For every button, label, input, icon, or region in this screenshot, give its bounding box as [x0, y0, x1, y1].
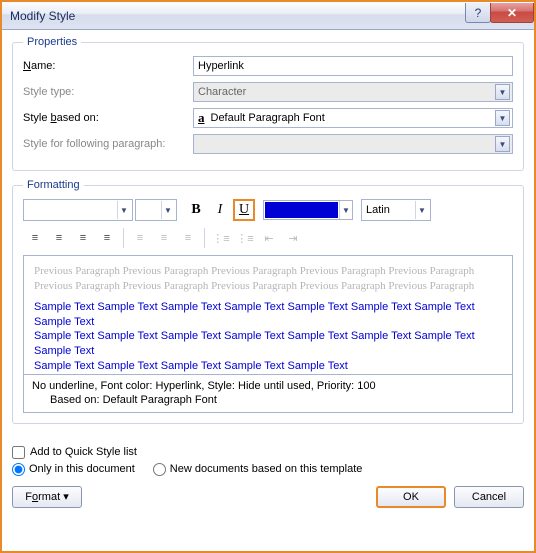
new-documents-input[interactable] — [153, 463, 166, 476]
properties-group: Properties Name: Style type: Character ▼… — [12, 36, 524, 171]
preview-sample-2: Sample Text Sample Text Sample Text Samp… — [34, 329, 502, 359]
name-label: Name: — [23, 60, 193, 72]
separator — [204, 228, 205, 248]
space-before-inc-button: ⋮≡ — [209, 227, 233, 249]
style-type-combo: Character ▼ — [193, 82, 513, 102]
preview-sample-1: Sample Text Sample Text Sample Text Samp… — [34, 300, 502, 330]
color-swatch — [265, 202, 338, 218]
chevron-down-icon[interactable]: ▼ — [339, 201, 352, 219]
only-this-document-label: Only in this document — [29, 463, 135, 475]
font-a-icon: a — [198, 110, 205, 126]
align-center-button[interactable]: ≡ — [47, 227, 71, 249]
description-line-2: Based on: Default Paragraph Font — [32, 393, 504, 407]
help-button[interactable]: ? — [465, 3, 491, 23]
chevron-down-icon[interactable]: ▼ — [415, 201, 428, 219]
new-documents-radio[interactable]: New documents based on this template — [153, 463, 363, 476]
name-input[interactable] — [193, 56, 513, 76]
italic-button[interactable]: I — [209, 199, 231, 221]
style-description: No underline, Font color: Hyperlink, Sty… — [23, 375, 513, 413]
cancel-button[interactable]: Cancel — [454, 486, 524, 508]
font-color-combo[interactable]: ▼ — [263, 200, 353, 220]
window-title: Modify Style — [10, 9, 75, 23]
line-spacing-1-button: ≡ — [128, 227, 152, 249]
formatting-group: Formatting ▼ ▼ B I U ▼ Latin▼ ≡ ≡ ≡ — [12, 179, 524, 424]
preview-pane: Previous Paragraph Previous Paragraph Pr… — [23, 255, 513, 375]
only-this-document-radio[interactable]: Only in this document — [12, 463, 135, 476]
font-size-combo[interactable]: ▼ — [135, 199, 177, 221]
chevron-down-icon[interactable]: ▼ — [495, 110, 510, 126]
bold-button[interactable]: B — [185, 199, 207, 221]
following-paragraph-label: Style for following paragraph: — [23, 138, 193, 150]
description-line-1: No underline, Font color: Hyperlink, Sty… — [32, 379, 504, 393]
style-type-value: Character — [198, 86, 246, 98]
chevron-down-icon: ▼ — [495, 84, 510, 100]
preview-sample-3: Sample Text Sample Text Sample Text Samp… — [34, 359, 502, 374]
style-based-on-combo[interactable]: a Default Paragraph Font ▼ — [193, 108, 513, 128]
format-button[interactable]: Format ▾ — [12, 486, 82, 508]
modify-style-dialog: Modify Style ? ✕ Properties Name: Style … — [0, 0, 536, 553]
indent-inc-button: ⇥ — [281, 227, 305, 249]
paragraph-toolbar: ≡ ≡ ≡ ≡ ≡ ≡ ≡ ⋮≡ ⋮≡ ⇤ ⇥ — [23, 227, 513, 249]
following-paragraph-combo: ▼ — [193, 134, 513, 154]
style-based-on-value: Default Paragraph Font — [211, 112, 325, 124]
new-documents-label: New documents based on this template — [170, 463, 363, 475]
line-spacing-2-button: ≡ — [176, 227, 200, 249]
line-spacing-15-button: ≡ — [152, 227, 176, 249]
only-this-document-input[interactable] — [12, 463, 25, 476]
add-quick-style-checkbox[interactable]: Add to Quick Style list — [12, 446, 524, 459]
chevron-down-icon: ▼ — [495, 136, 510, 152]
font-name-combo[interactable]: ▼ — [23, 199, 133, 221]
script-combo[interactable]: Latin▼ — [361, 199, 431, 221]
style-based-on-label: Style based on: — [23, 112, 193, 124]
title-bar: Modify Style ? ✕ — [2, 2, 534, 30]
align-right-button[interactable]: ≡ — [71, 227, 95, 249]
add-quick-style-input[interactable] — [12, 446, 25, 459]
align-justify-button[interactable]: ≡ — [95, 227, 119, 249]
properties-legend: Properties — [23, 36, 81, 48]
separator — [123, 228, 124, 248]
space-before-dec-button: ⋮≡ — [233, 227, 257, 249]
preview-previous: Previous Paragraph Previous Paragraph Pr… — [34, 264, 502, 294]
chevron-down-icon[interactable]: ▼ — [117, 201, 130, 219]
style-type-label: Style type: — [23, 86, 193, 98]
add-quick-style-label: Add to Quick Style list — [30, 446, 137, 458]
align-left-button[interactable]: ≡ — [23, 227, 47, 249]
ok-button[interactable]: OK — [376, 486, 446, 508]
underline-button[interactable]: U — [233, 199, 255, 221]
formatting-legend: Formatting — [23, 179, 84, 191]
close-button[interactable]: ✕ — [490, 3, 534, 23]
indent-dec-button: ⇤ — [257, 227, 281, 249]
chevron-down-icon[interactable]: ▼ — [161, 201, 174, 219]
font-toolbar: ▼ ▼ B I U ▼ Latin▼ — [23, 199, 513, 221]
